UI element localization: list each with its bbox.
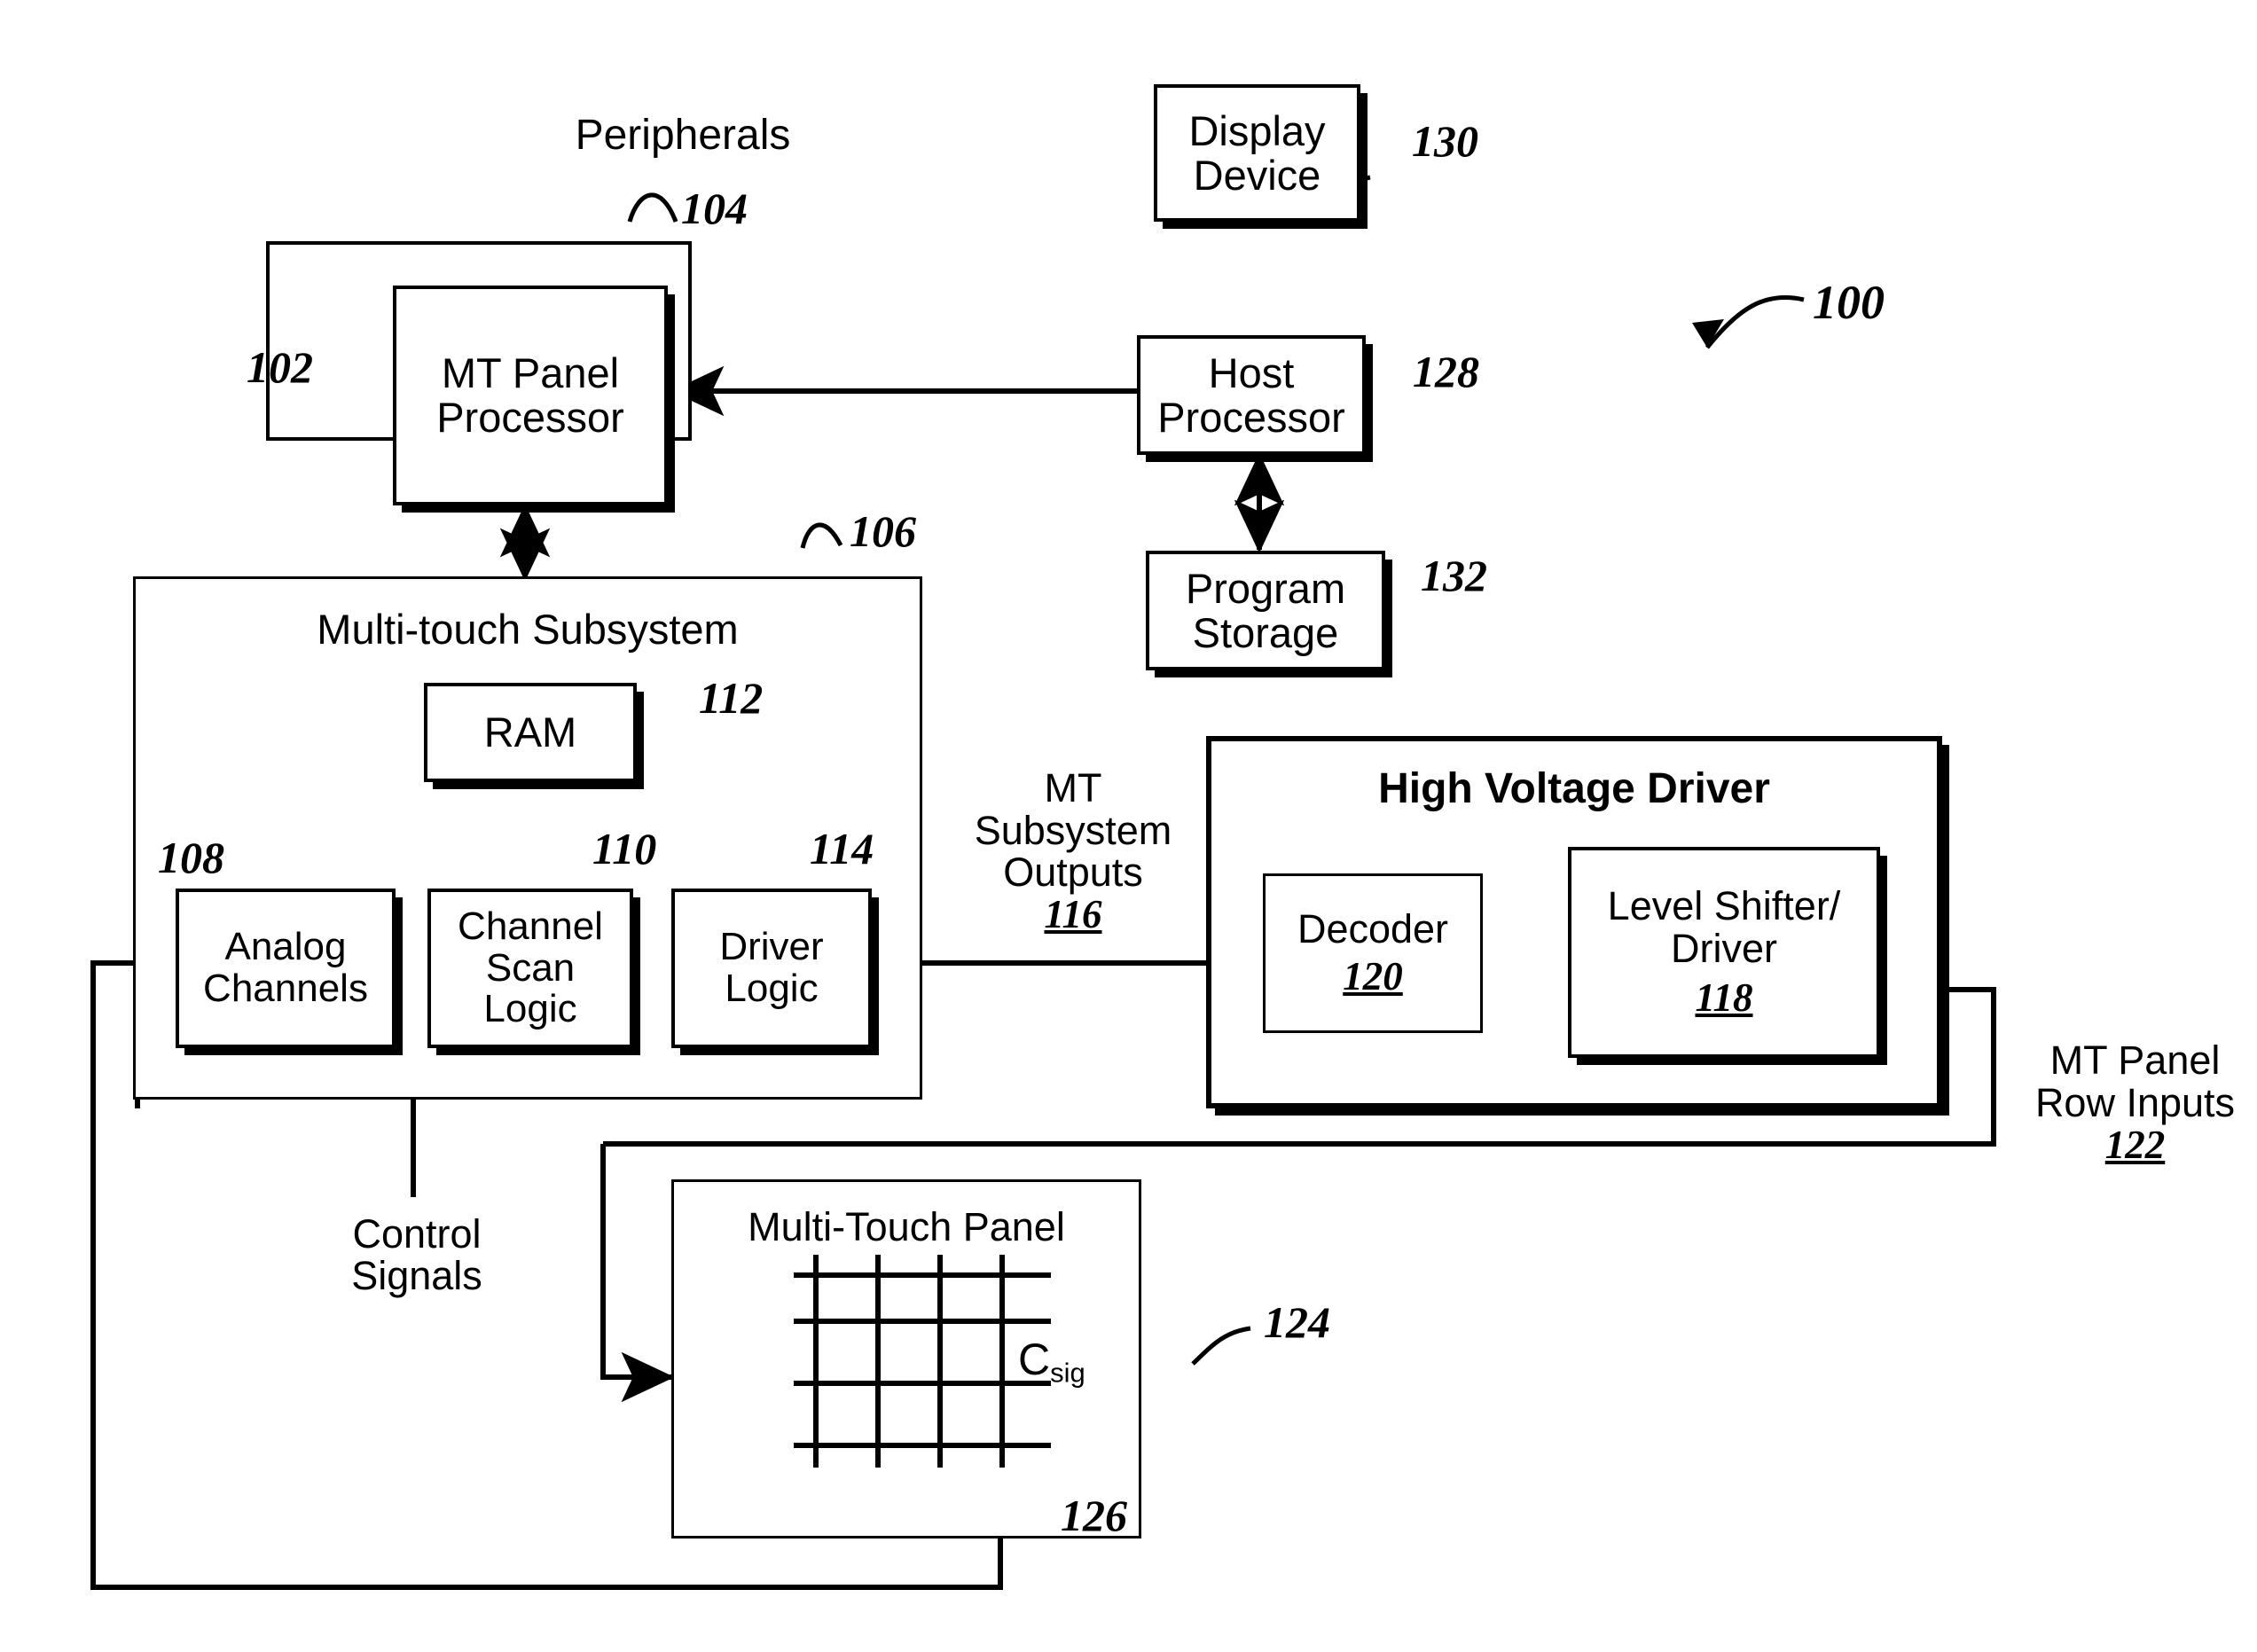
- ref-124: 124: [1264, 1297, 1330, 1347]
- control-signals-label: Control Signals: [351, 1211, 482, 1299]
- ref-126: 126: [1061, 1491, 1127, 1540]
- mt-subsystem-outputs-label: MT Subsystem Outputs 116: [940, 725, 1206, 936]
- driver-logic-label: Driver Logic: [719, 925, 824, 1010]
- ref-100: 100: [1813, 276, 1885, 329]
- ref-128: 128: [1413, 347, 1479, 396]
- ref-112: 112: [699, 673, 764, 723]
- ref-102: 102: [247, 342, 313, 392]
- mt-panel-row-inputs-label: MT Panel Row Inputs 122: [2013, 998, 2257, 1166]
- channel-scan-logic-block[interactable]: Channel Scan Logic: [427, 889, 633, 1048]
- mt-subsystem-outputs-text: MT Subsystem Outputs: [974, 765, 1172, 895]
- program-storage-label: Program Storage: [1185, 564, 1346, 656]
- ram-label: RAM: [483, 709, 577, 756]
- ram-block[interactable]: RAM: [424, 683, 637, 782]
- mt-subsystem-title: Multi-touch Subsystem: [317, 606, 739, 653]
- display-device-label: Display Device: [1188, 106, 1326, 199]
- decoder-ref: 120: [1343, 954, 1403, 998]
- channel-scan-logic-label: Channel Scan Logic: [458, 904, 603, 1031]
- ref-110: 110: [592, 824, 657, 873]
- multi-touch-panel-title: Multi-Touch Panel: [748, 1204, 1065, 1249]
- mt-panel-processor-block[interactable]: MT Panel Processor: [393, 286, 668, 505]
- display-device-block[interactable]: Display Device: [1154, 84, 1360, 222]
- mt-panel-row-inputs-text: MT Panel Row Inputs: [2034, 1037, 2236, 1125]
- decoder-label: Decoder: [1297, 906, 1449, 952]
- ref-130: 130: [1412, 116, 1478, 166]
- decoder-block[interactable]: Decoder 120: [1263, 873, 1483, 1033]
- level-shifter-driver-block[interactable]: Level Shifter/ Driver 118: [1568, 847, 1880, 1058]
- ref-114: 114: [810, 824, 874, 873]
- level-shifter-driver-ref: 118: [1695, 975, 1753, 1020]
- patent-figure: MT Panel Processor Display Device Host P…: [0, 0, 2257, 1652]
- ref-132: 132: [1421, 551, 1487, 600]
- peripherals-label: Peripherals: [575, 112, 791, 159]
- ref-108: 108: [158, 833, 224, 882]
- mt-panel-processor-label: MT Panel Processor: [436, 349, 624, 441]
- analog-channels-label: Analog Channels: [203, 925, 368, 1010]
- program-storage-block[interactable]: Program Storage: [1146, 551, 1385, 670]
- ref-104: 104: [681, 184, 748, 233]
- host-processor-label: Host Processor: [1157, 348, 1345, 441]
- mt-subsystem-outputs-ref: 116: [1044, 892, 1102, 936]
- host-processor-block[interactable]: Host Processor: [1137, 335, 1366, 455]
- ref-106: 106: [850, 506, 916, 556]
- level-shifter-driver-label: Level Shifter/ Driver: [1607, 883, 1841, 972]
- csig-base: C: [1018, 1334, 1051, 1384]
- analog-channels-block[interactable]: Analog Channels: [176, 889, 396, 1048]
- mt-panel-row-inputs-ref: 122: [2104, 1122, 2166, 1167]
- csig-subscript: sig: [1050, 1357, 1085, 1389]
- csig-label: Csig: [1018, 1289, 1160, 1388]
- high-voltage-driver-title: High Voltage Driver: [1378, 765, 1770, 812]
- driver-logic-block[interactable]: Driver Logic: [671, 889, 872, 1048]
